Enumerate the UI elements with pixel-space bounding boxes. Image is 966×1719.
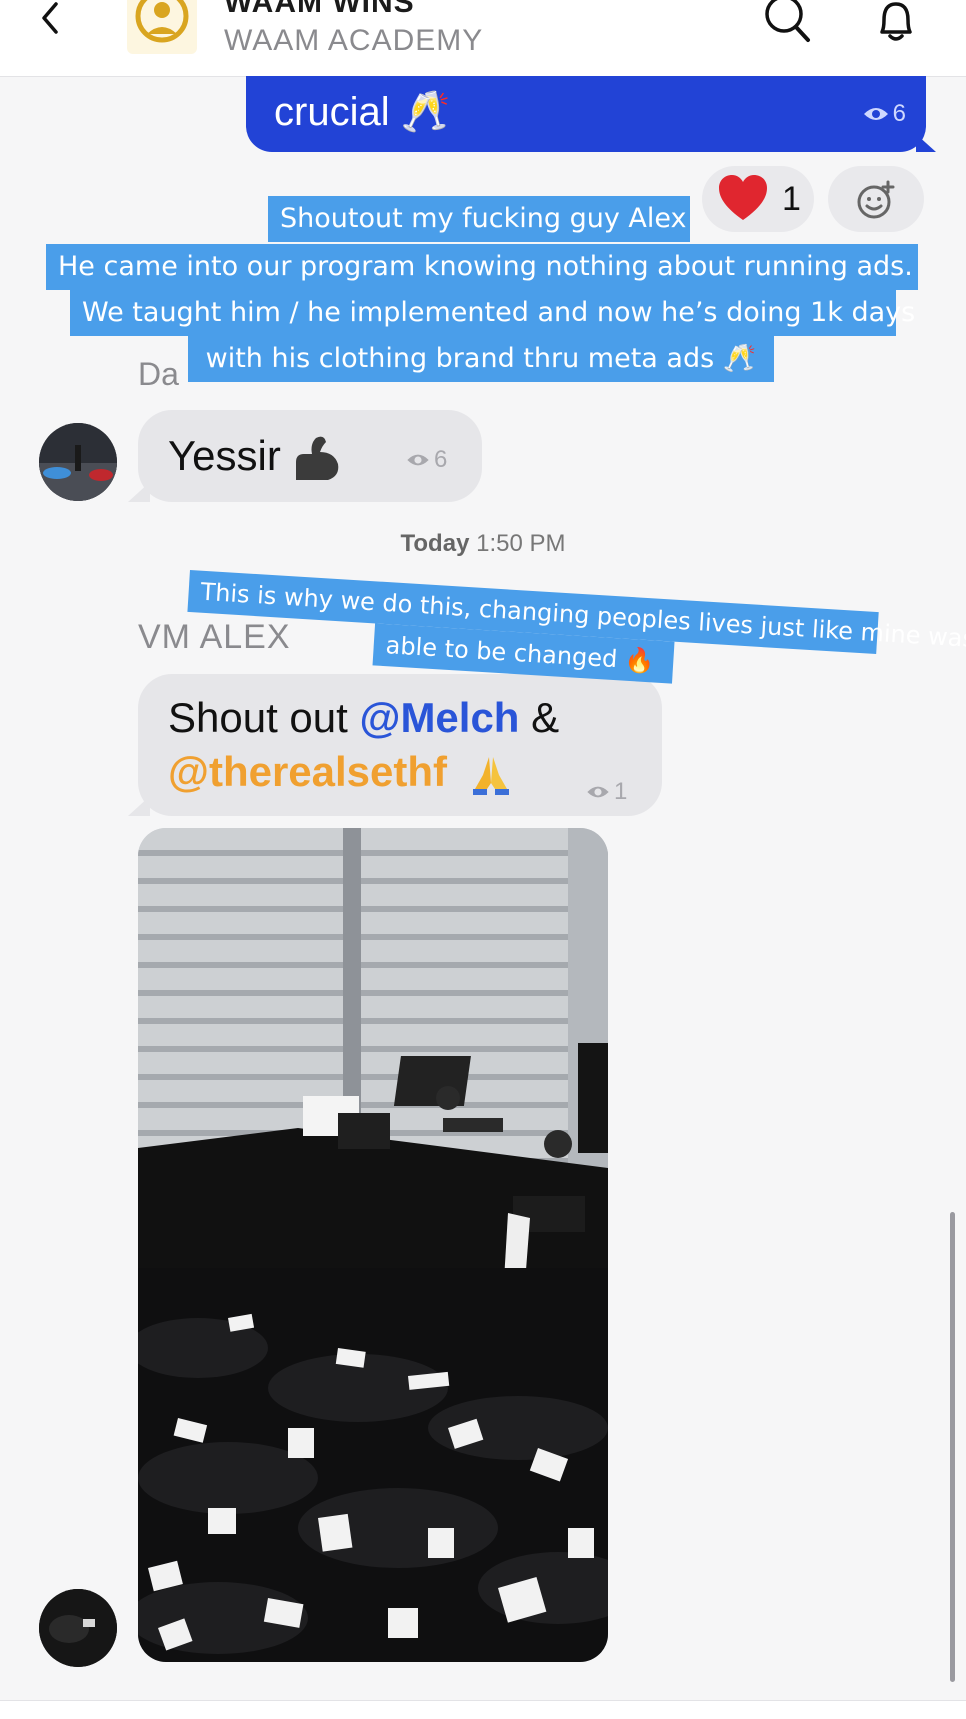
caption-line: Shoutout my fucking guy Alex (268, 196, 690, 242)
back-button[interactable] (30, 0, 70, 40)
caption-line: This is why we do this, changing peoples… (187, 570, 966, 655)
group-subtitle: WAAM ACADEMY (224, 24, 484, 57)
search-icon (765, 0, 810, 42)
heart-icon (719, 175, 767, 220)
view-count: 6 (863, 100, 906, 128)
date-separator-time: 1:50 PM (476, 530, 566, 557)
add-emoji-icon (857, 180, 895, 219)
reaction-count: 1 (782, 180, 801, 218)
user-avatar[interactable] (39, 1589, 117, 1667)
caption-line: He came into our program knowing nothing… (46, 244, 918, 290)
view-count-value: 6 (434, 446, 448, 473)
add-reaction-button[interactable] (828, 166, 924, 232)
shipping-packages-photo (138, 828, 608, 1662)
sender-name: VM ALEX (138, 618, 291, 656)
message-text: & (519, 694, 560, 741)
date-separator: Today 1:50 PM (0, 530, 966, 558)
back-icon (42, 2, 58, 34)
folded-hands-icon (472, 756, 509, 795)
group-title: WAAM WINS (224, 0, 415, 19)
bubble-tail (916, 134, 936, 152)
mention-link[interactable]: @therealsethf (168, 748, 447, 795)
view-count-value: 1 (614, 778, 628, 805)
reaction-pill[interactable]: 1 (702, 166, 814, 232)
message-line: @therealsethf (168, 748, 513, 797)
scrollbar[interactable] (950, 1212, 955, 1682)
sender-name: Da (138, 356, 179, 392)
user-avatar[interactable] (39, 423, 117, 501)
incoming-message-bubble[interactable]: Shout out @Melch & @therealsethf 1 (128, 674, 662, 816)
message-line: Shout out @Melch & (168, 694, 559, 742)
flexed-biceps-icon (296, 436, 339, 480)
academy-logo-icon (135, 0, 189, 43)
message-text: crucial 🥂 (274, 90, 451, 134)
composer-bar (0, 1700, 966, 1719)
bubble-tail (128, 482, 150, 502)
avatar-photo (39, 1589, 117, 1667)
chat-header: WAAM WINS WAAM ACADEMY (0, 0, 966, 77)
outgoing-message-bubble[interactable]: crucial 🥂 6 (246, 76, 936, 152)
bell-icon (880, 2, 912, 41)
caption-line: We taught him / he implemented and now h… (70, 290, 915, 336)
message-text: Shout out (168, 694, 360, 741)
view-count-value: 6 (892, 100, 906, 127)
incoming-message-bubble[interactable]: Yessir 6 (128, 410, 482, 502)
notifications-button[interactable] (872, 0, 920, 44)
group-avatar[interactable] (127, 0, 197, 54)
message-text: Yessir (168, 432, 281, 479)
mention-link[interactable]: @Melch (359, 694, 519, 741)
view-count: 1 (586, 778, 627, 806)
view-count: 6 (406, 446, 447, 474)
search-button[interactable] (762, 0, 812, 44)
caption-block: This is why we do this, changing peoples… (187, 570, 966, 684)
caption-line: with his clothing brand thru meta ads 🥂 (188, 336, 774, 382)
date-separator-day: Today (400, 530, 470, 557)
avatar-photo (39, 423, 117, 501)
eye-icon (863, 108, 888, 120)
bubble-tail (128, 796, 150, 816)
eye-icon (587, 786, 609, 798)
eye-icon (407, 454, 429, 466)
photo-attachment[interactable] (138, 828, 608, 1662)
